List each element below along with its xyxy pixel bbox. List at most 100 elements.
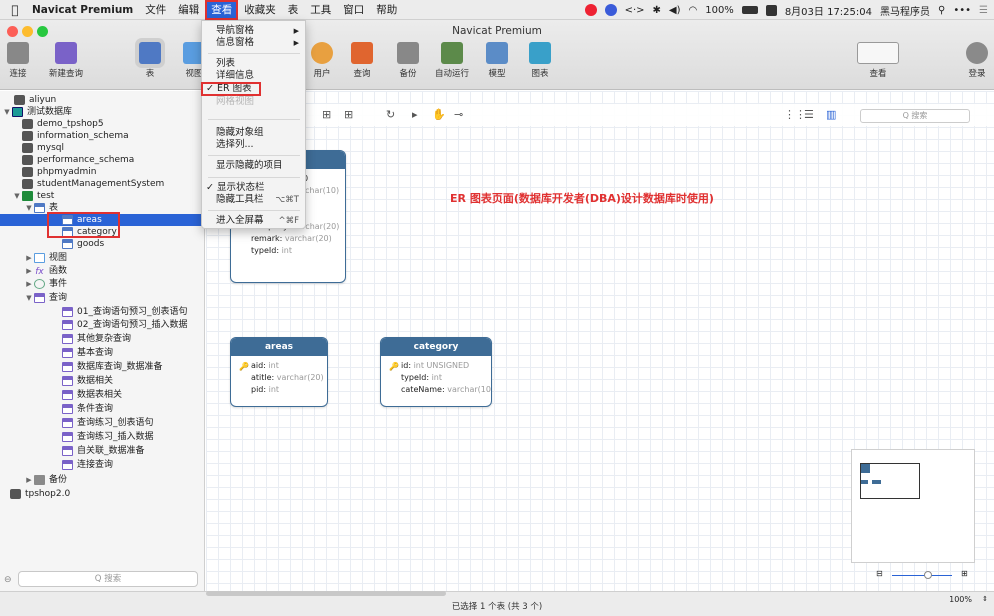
query-item[interactable]: 自关联_数据准备 [62,445,145,457]
volume-icon[interactable]: ◀) [669,5,681,16]
menu-window[interactable]: 窗口 [337,0,370,20]
bluetooth-icon[interactable]: ✱ [653,5,661,16]
list-view-icon[interactable]: ☰ [804,108,814,121]
query-item[interactable]: 数据表相关 [62,389,122,401]
query-item[interactable]: 基本查询 [62,347,113,359]
toolbar-new-query-button[interactable]: 新建查询 [44,42,88,79]
record-icon[interactable] [584,4,597,16]
input-method-icon[interactable] [765,4,777,16]
menu-tools[interactable]: 工具 [304,0,337,20]
menu-item-list[interactable]: 列表 [202,58,305,70]
refresh-icon[interactable]: ↻ [386,108,395,121]
database-test[interactable]: ▼ test [12,190,54,202]
spotlight-icon[interactable]: ⚲ [938,5,945,16]
query-item[interactable]: 其他复杂查询 [62,333,131,345]
zoom-percent[interactable]: 100% [949,595,972,604]
query-item[interactable]: 条件查询 [62,403,113,415]
toolbar-login-button[interactable]: 登录 [955,42,994,79]
grid-view-icon[interactable]: ⋮⋮ [784,108,806,121]
zoom-handle[interactable] [924,571,932,579]
queries-group[interactable]: ▼ 查询 [24,292,67,304]
database-item[interactable]: tpshop2.0 [10,488,70,500]
database-item[interactable]: demo_tpshop5 [22,118,104,130]
battery-text[interactable]: 100% [705,5,734,16]
toolbar-chart-button[interactable]: 图表 [518,42,562,79]
code-icon[interactable]: <·> [625,5,645,16]
menu-item-hide-toolbar[interactable]: 隐藏工具栏 ⌥⌘T [202,194,305,206]
toolbar-user-button[interactable]: 用户 [300,42,344,79]
collapse-arrow-icon[interactable]: ▶ [24,474,34,486]
zoom-stepper-icon[interactable]: ⇕ [982,595,988,603]
toolbar-backup-button[interactable]: 备份 [386,42,430,79]
database-item[interactable]: performance_schema [22,154,134,166]
menu-edit[interactable]: 编辑 [172,0,205,20]
zoom-out-icon[interactable]: ⊟ [876,569,883,578]
menu-item-show-status[interactable]: ✓ 显示状态栏 [202,182,305,194]
add-table-icon[interactable]: ⊞ [322,108,331,121]
database-item[interactable]: phpmyadmin [22,166,96,178]
query-item[interactable]: 查询练习_插入数据 [62,431,154,443]
user-name[interactable]: 黑马程序员 [880,3,930,18]
database-item[interactable]: studentManagementSystem [22,178,164,190]
menu-item-hide-group[interactable]: 隐藏对象组 [202,127,305,139]
list-icon[interactable]: ☰ [979,5,988,16]
menu-item-show-hidden[interactable]: 显示隐藏的项目 [202,160,305,172]
expand-arrow-icon[interactable]: ▼ [24,292,34,304]
add-table-icon[interactable]: ⊞ [344,108,353,121]
hand-icon[interactable]: ✋ [432,108,446,121]
app-status-icon[interactable] [604,4,617,16]
zoom-in-icon[interactable]: ⊞ [961,569,968,578]
filter-icon[interactable]: ⊖ [4,575,12,585]
overview-minimap[interactable] [851,449,975,563]
minimap-viewport[interactable] [860,463,920,499]
expand-arrow-icon[interactable]: ▼ [12,190,22,202]
query-item[interactable]: 数据相关 [62,375,113,387]
query-item[interactable]: 连接查询 [62,459,113,471]
table-item-goods[interactable]: goods [62,238,104,250]
toolbar-query-button[interactable]: 查询 [340,42,384,79]
wifi-icon[interactable]: ◠ [688,5,697,16]
expand-arrow-icon[interactable]: ▼ [2,106,12,118]
menu-favorites[interactable]: 收藏夹 [238,0,282,20]
menu-item-choose-columns[interactable]: 选择列... [202,139,305,151]
menu-item-fullscreen[interactable]: 进入全屏幕 ^⌘F [202,215,305,227]
toolbar-automation-button[interactable]: 自动运行 [430,42,474,79]
database-item[interactable]: mysql [22,142,64,154]
menu-item-info-pane[interactable]: 信息窗格 ▶ [202,37,305,49]
menu-item-detail[interactable]: 详细信息 [202,70,305,82]
menu-table[interactable]: 表 [282,0,305,20]
menu-app-name[interactable]: Navicat Premium [26,0,139,20]
query-item[interactable]: 01_查询语句预习_创表语句 [62,306,187,318]
menu-view[interactable]: 查看 [205,0,239,20]
menu-item-nav-pane[interactable]: 导航窗格 ▶ [202,25,305,37]
views-group[interactable]: ▶ 视图 [24,252,67,264]
toolbar-table-button[interactable]: 表 [128,42,172,79]
sidebar-search-input[interactable]: Q 搜索 [18,571,198,587]
zoom-slider[interactable]: ⊟ ⊞ [866,569,976,581]
entity-areas[interactable]: areas 🔑 aid: int atitle: varchar(20) pid:… [230,337,328,407]
horizontal-scrollbar[interactable] [206,591,446,596]
battery-icon[interactable] [741,6,758,14]
backup-group[interactable]: ▶ 备份 [24,474,67,486]
datetime[interactable]: 8月03日 17:25:04 [785,3,872,18]
collapse-arrow-icon[interactable]: ▶ [24,278,34,290]
functions-group[interactable]: ▶ fx 函数 [24,265,67,277]
entity-category[interactable]: category 🔑 id: int UNSIGNED typeId: int c… [380,337,492,407]
query-item[interactable]: 数据库查询_数据准备 [62,361,163,373]
expand-arrow-icon[interactable]: ▼ [24,202,34,214]
er-view-icon[interactable]: ▥ [826,108,836,121]
connection-test-db[interactable]: ▼ 测试数据库 [2,106,72,118]
collapse-arrow-icon[interactable]: ▶ [24,252,34,264]
more-icon[interactable]: ••• [953,5,971,16]
menu-help[interactable]: 帮助 [370,0,403,20]
er-search-input[interactable]: Q 搜索 [860,109,970,123]
relation-icon[interactable]: ⊸ [454,108,463,121]
toolbar-model-button[interactable]: 模型 [475,42,519,79]
menu-file[interactable]: 文件 [139,0,172,20]
pointer-icon[interactable]: ▸ [412,108,418,121]
query-item[interactable]: 02_查询语句预习_插入数据 [62,319,187,331]
events-group[interactable]: ▶ 事件 [24,278,67,290]
toolbar-view-mode-button[interactable]: 查看 [856,42,900,79]
toolbar-connect-button[interactable]: 连接 [0,42,40,79]
query-item[interactable]: 查询练习_创表语句 [62,417,154,429]
